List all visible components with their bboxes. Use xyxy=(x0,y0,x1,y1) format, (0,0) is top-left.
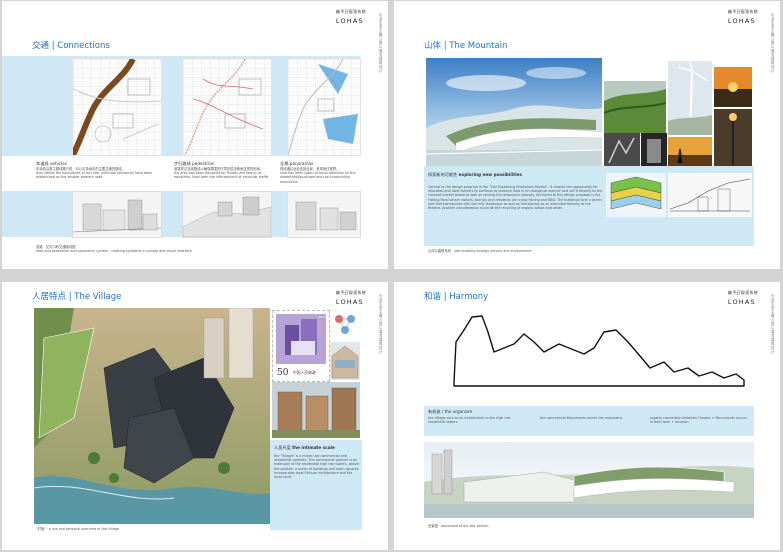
brand-cn: 编予日报观系统 xyxy=(727,9,758,14)
col3-text: organic connection between Theatre + Mon… xyxy=(650,416,747,425)
page-title: 人居特点 | The Village xyxy=(32,292,122,302)
col2-heading-cn: 步行路线 xyxy=(174,161,191,166)
page-connections: 编予日报观系统 LOHAS 乐活生态主题公园&展览 建筑设计 交通 | Conn… xyxy=(2,1,388,269)
panel-heading-en: exploring new possibilities xyxy=(458,172,522,177)
brand-en: LOHAS xyxy=(727,17,756,25)
stamp: 50 中国人民邮政 2013 xyxy=(272,310,330,382)
col1-text-en: they define the boundaries of this site,… xyxy=(36,171,153,180)
side-vertical-text: 乐活生态主题公园&展览 建筑设计 xyxy=(771,294,775,354)
render-panorama xyxy=(424,442,754,518)
panel-heading-cn: 人居尺度 xyxy=(274,445,291,450)
side-vertical-text: 乐活生态主题公园&展览 建筑设计 xyxy=(379,13,383,73)
col2-heading-en: pedestrian xyxy=(192,161,215,166)
col2-text-en: the area has been designed for fluidity … xyxy=(174,171,269,180)
page-village: 编予日报观系统 LOHAS 乐活生态主题公园&展览 建筑设计 人居特点 | Th… xyxy=(2,282,388,550)
panel-heading-en: the intimate scale xyxy=(292,445,335,450)
col3-text-en: care has been taken to focus attention o… xyxy=(280,171,356,184)
col1-text: the Village acts as an introduction to t… xyxy=(428,416,511,425)
col3-heading-cn: 全景 xyxy=(280,161,289,166)
panel-text: the "Village" is a mixed use commercial … xyxy=(274,454,359,480)
diagram-section-color xyxy=(606,173,666,217)
render-mountain-main xyxy=(426,58,602,166)
brand-logo: 编予日报观系统 LOHAS xyxy=(336,9,366,25)
panel-heading: 人居尺度 the intimate scale xyxy=(274,445,360,451)
col1-heading-cn: 车道线 xyxy=(36,161,49,166)
plan-vehicles xyxy=(72,58,162,156)
plan-panoramas xyxy=(287,58,361,156)
footer-en: road and pedestrian and panoramic system… xyxy=(36,249,192,254)
page-footer: 全景图 · panorama of the site section xyxy=(428,524,489,528)
brand-en: LOHAS xyxy=(335,298,364,306)
brand-cn: 编予日报观系统 xyxy=(727,290,758,295)
render-panoramas xyxy=(287,191,361,238)
render-pedestrian xyxy=(182,191,272,238)
photo-courtyard xyxy=(330,342,360,380)
silhouette-drawing xyxy=(444,312,754,392)
brand-logo: 编予日报观系统 LOHAS xyxy=(336,290,366,306)
col1-heading: 有机体 / the organism xyxy=(428,409,473,414)
col2-text: the commercial Monuments mimic the mount… xyxy=(540,416,623,420)
render-vehicles xyxy=(72,191,162,238)
panel-heading-cn: 探索新的可能性 xyxy=(428,172,458,177)
page-title: 交通 | Connections xyxy=(32,41,110,51)
diagram-section-line xyxy=(668,173,752,217)
brand-en: LOHAS xyxy=(335,17,364,25)
side-vertical-text: 乐活生态主题公园&展览 建筑设计 xyxy=(771,13,775,73)
stamp-label: 中国人民邮政 xyxy=(293,370,316,375)
photo-bw-1 xyxy=(604,133,640,169)
brand-logo: 编予日报观系统 LOHAS xyxy=(728,290,758,306)
page-mountain: 编予日报观系统 LOHAS 乐活生态主题公园&展览 建筑设计 山体 | The … xyxy=(394,1,780,269)
page-footer: 道路 · 交叉口和交通路线图 road and pedestrian and p… xyxy=(36,245,236,253)
stamp-corner: 2013 xyxy=(318,315,326,319)
col2-text: 道路穿过流线路线以确保周围的环境形成流畅而连贯的布局。 the area has… xyxy=(174,167,274,180)
col3-heading-en: panoramas xyxy=(289,161,314,166)
plan-pedestrian xyxy=(182,58,272,156)
side-vertical-text: 乐活生态主题公园&展览 建筑设计 xyxy=(379,294,383,354)
photo-sunset-field xyxy=(714,67,752,107)
page-footer: 山体与建筑系统 · site enabling ecology service … xyxy=(428,249,532,253)
page-title: 山体 | The Mountain xyxy=(424,41,508,51)
brand-en: LOHAS xyxy=(727,298,756,306)
panel-heading: 探索新的可能性 exploring new possibilities xyxy=(428,172,522,178)
page-title: 和谐 | Harmony xyxy=(424,292,489,302)
col1-heading-en: vehicles xyxy=(49,161,68,166)
photo-green-roof xyxy=(604,81,666,133)
stamp-value: 50 xyxy=(277,368,289,378)
page-footer: "村落" · a live and personal overview of t… xyxy=(36,527,119,531)
photo-wind-tower xyxy=(668,61,712,135)
brand-logo: 编予日报观系统 LOHAS xyxy=(728,9,758,25)
page-harmony: 编予日报观系统 LOHAS 乐活生态主题公园&展览 建筑设计 和谐 | Harm… xyxy=(394,282,780,550)
render-village-aerial xyxy=(34,308,270,524)
brand-cn: 编予日报观系统 xyxy=(335,290,366,295)
col1-text: 车道线沿着主题线路行进，可以见场地内的主要交通的路线。 they define … xyxy=(36,167,154,180)
photo-bw-2 xyxy=(641,133,667,169)
brand-cn: 编予日报观系统 xyxy=(335,9,366,14)
photo-lamp-post xyxy=(714,109,752,169)
panel-text: Central to the design program is the "Se… xyxy=(428,185,603,211)
photo-street xyxy=(272,382,360,438)
col3-text: 视线通过此处连接全景，呈现绝佳视野。 care has been taken t… xyxy=(280,167,362,184)
photo-fisherman xyxy=(668,137,712,169)
diagram-icon xyxy=(330,310,360,340)
